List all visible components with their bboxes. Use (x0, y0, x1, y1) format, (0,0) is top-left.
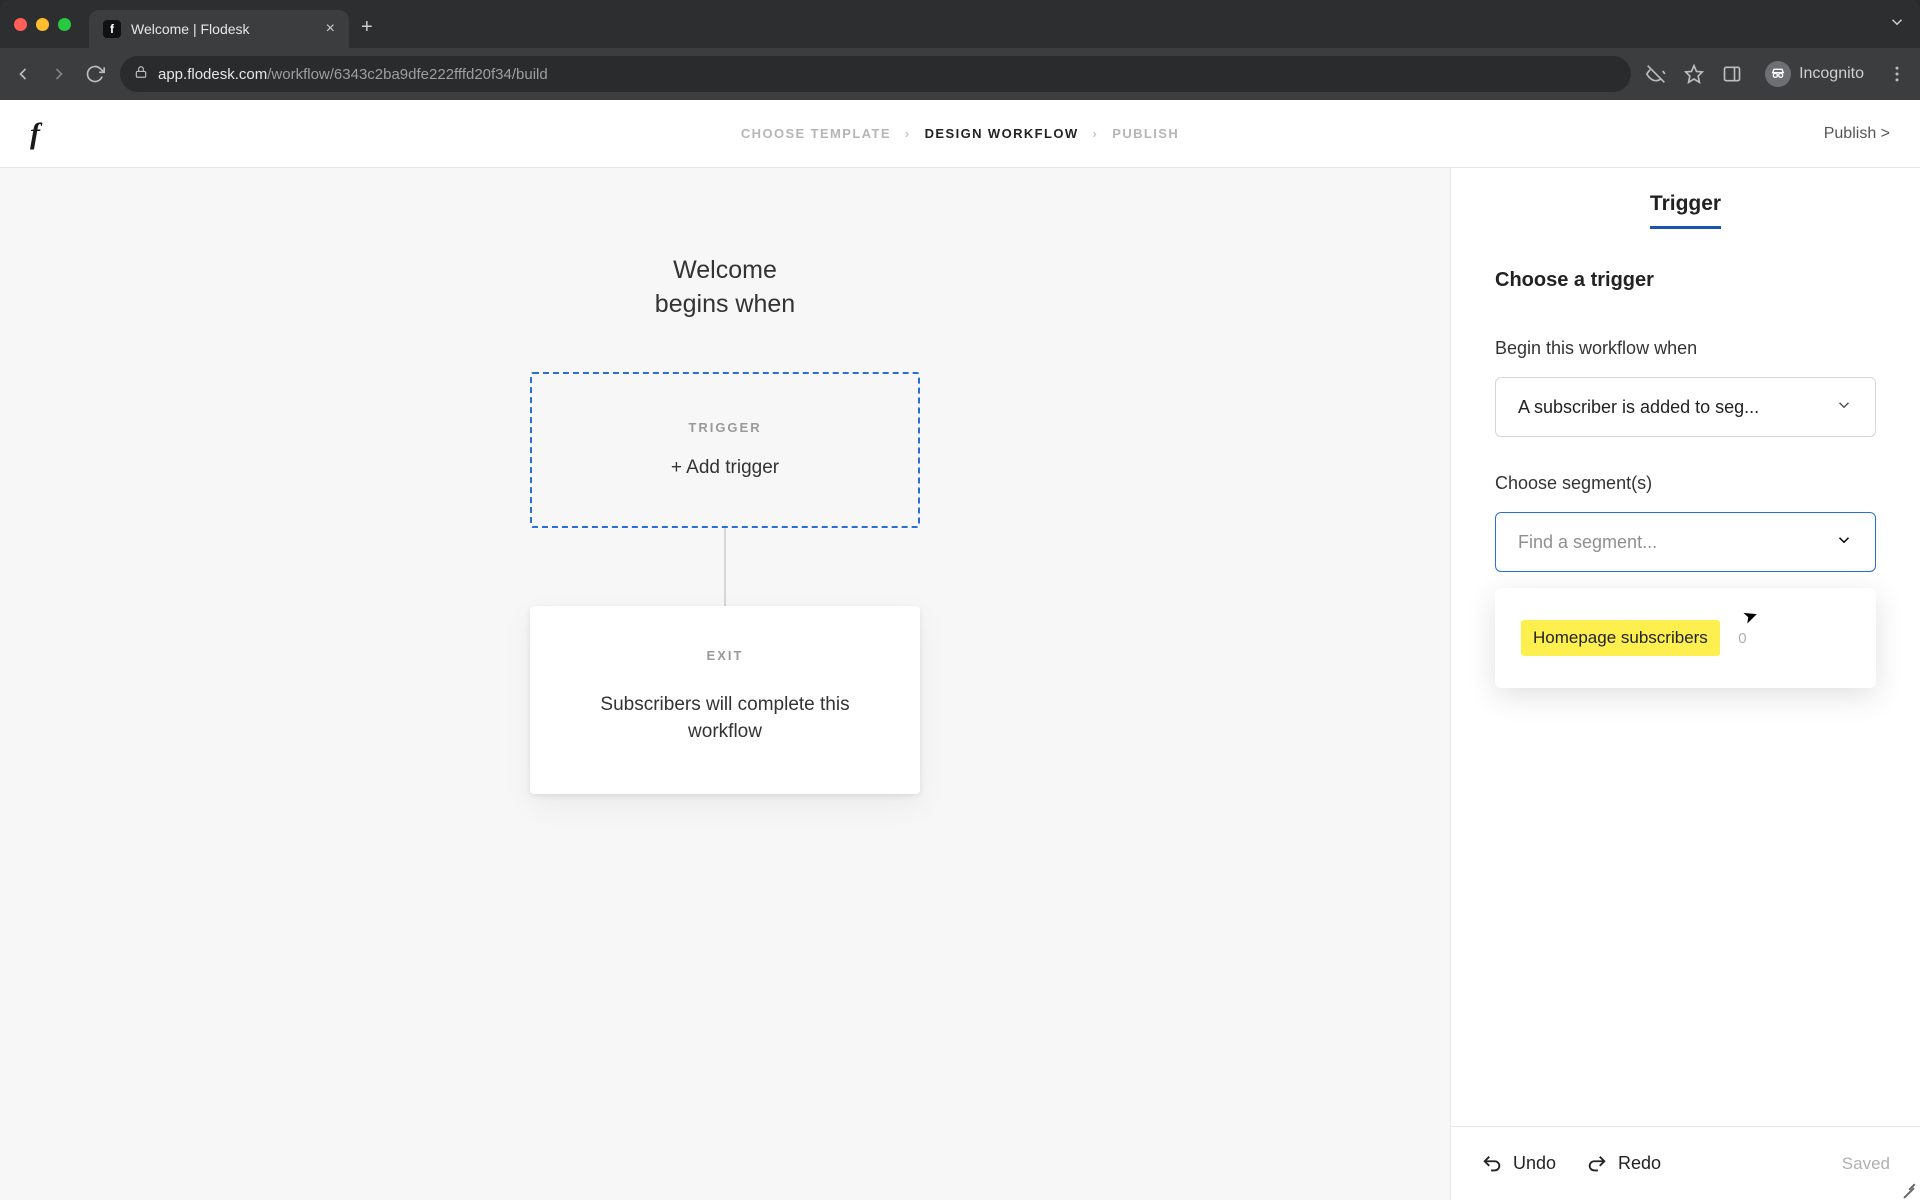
undo-label: Undo (1513, 1153, 1556, 1174)
exit-card-description: Subscribers will complete this workflow (570, 691, 880, 746)
window-controls (14, 18, 71, 31)
breadcrumb-publish[interactable]: PUBLISH (1112, 126, 1179, 141)
reload-button[interactable] (84, 63, 106, 85)
workflow-canvas: Welcome begins when TRIGGER + Add trigge… (0, 168, 1450, 1200)
close-window-icon[interactable] (14, 18, 27, 31)
connector-line (724, 528, 726, 606)
resize-handle-icon[interactable] (1902, 1182, 1916, 1196)
canvas-title-line2: begins when (655, 288, 795, 322)
add-trigger-button[interactable]: + Add trigger (671, 457, 779, 479)
url-path: /workflow/6343c2ba9dfe222fffd20f34/build (267, 66, 548, 83)
trigger-side-panel: Trigger Choose a trigger Begin this work… (1450, 168, 1920, 1200)
begin-workflow-label: Begin this workflow when (1495, 338, 1876, 359)
publish-link[interactable]: Publish > (1824, 125, 1890, 143)
close-tab-icon[interactable]: × (326, 20, 335, 38)
flodesk-logo[interactable]: f (30, 117, 40, 151)
saved-status: Saved (1842, 1154, 1890, 1174)
lock-icon (134, 65, 148, 83)
eye-off-icon[interactable] (1645, 63, 1667, 85)
tabs-menu-icon[interactable] (1888, 13, 1906, 36)
browser-tab[interactable]: f Welcome | Flodesk × (89, 10, 349, 48)
exit-card[interactable]: EXIT Subscribers will complete this work… (530, 606, 920, 794)
chevron-right-icon: › (1093, 126, 1099, 141)
choose-segments-label: Choose segment(s) (1495, 473, 1876, 494)
address-bar: app.flodesk.com/workflow/6343c2ba9dfe222… (0, 48, 1920, 100)
redo-button[interactable]: Redo (1586, 1153, 1661, 1175)
url-text: app.flodesk.com/workflow/6343c2ba9dfe222… (158, 66, 548, 83)
tab-favicon-icon: f (103, 20, 121, 38)
star-icon[interactable] (1683, 63, 1705, 85)
maximize-window-icon[interactable] (58, 18, 71, 31)
trigger-card[interactable]: TRIGGER + Add trigger (530, 372, 920, 528)
incognito-label: Incognito (1799, 65, 1864, 83)
trigger-card-label: TRIGGER (688, 420, 761, 435)
trigger-type-value: A subscriber is added to seg... (1518, 397, 1759, 418)
tab-title: Welcome | Flodesk (131, 21, 316, 37)
kebab-menu-icon[interactable] (1886, 63, 1908, 85)
trigger-type-select[interactable]: A subscriber is added to seg... (1495, 377, 1876, 437)
workflow-breadcrumb: CHOOSE TEMPLATE › DESIGN WORKFLOW › PUBL… (741, 126, 1179, 141)
exit-card-label: EXIT (570, 648, 880, 663)
panel-tab-trigger[interactable]: Trigger (1650, 192, 1721, 229)
forward-button[interactable] (48, 63, 70, 85)
back-button[interactable] (12, 63, 34, 85)
segment-option-count: 0 (1738, 630, 1746, 647)
canvas-title-line1: Welcome (655, 254, 795, 288)
cursor-icon: ➤ (1740, 604, 1761, 629)
redo-label: Redo (1618, 1153, 1661, 1174)
breadcrumb-choose-template[interactable]: CHOOSE TEMPLATE (741, 126, 891, 141)
panel-heading: Choose a trigger (1495, 269, 1876, 292)
chevron-down-icon (1835, 396, 1853, 419)
incognito-indicator[interactable]: Incognito (1759, 57, 1870, 91)
segment-option[interactable]: Homepage subscribers (1521, 620, 1720, 656)
canvas-title: Welcome begins when (655, 254, 795, 322)
breadcrumb-design-workflow[interactable]: DESIGN WORKFLOW (925, 126, 1079, 141)
new-tab-button[interactable]: + (361, 16, 373, 39)
side-panel-icon[interactable] (1721, 63, 1743, 85)
segment-dropdown: ➤ Homepage subscribers 0 (1495, 588, 1876, 688)
chevron-down-icon (1835, 531, 1853, 554)
app-header: f CHOOSE TEMPLATE › DESIGN WORKFLOW › PU… (0, 100, 1920, 168)
segment-combobox[interactable] (1495, 512, 1876, 572)
minimize-window-icon[interactable] (36, 18, 49, 31)
undo-button[interactable]: Undo (1481, 1153, 1556, 1175)
incognito-icon (1765, 61, 1791, 87)
chevron-right-icon: › (905, 126, 911, 141)
url-host: app.flodesk.com (158, 66, 267, 83)
url-field[interactable]: app.flodesk.com/workflow/6343c2ba9dfe222… (120, 56, 1631, 92)
segment-search-input[interactable] (1518, 532, 1786, 553)
panel-footer: Undo Redo Saved (1451, 1126, 1920, 1200)
browser-titlebar: f Welcome | Flodesk × + (0, 0, 1920, 48)
